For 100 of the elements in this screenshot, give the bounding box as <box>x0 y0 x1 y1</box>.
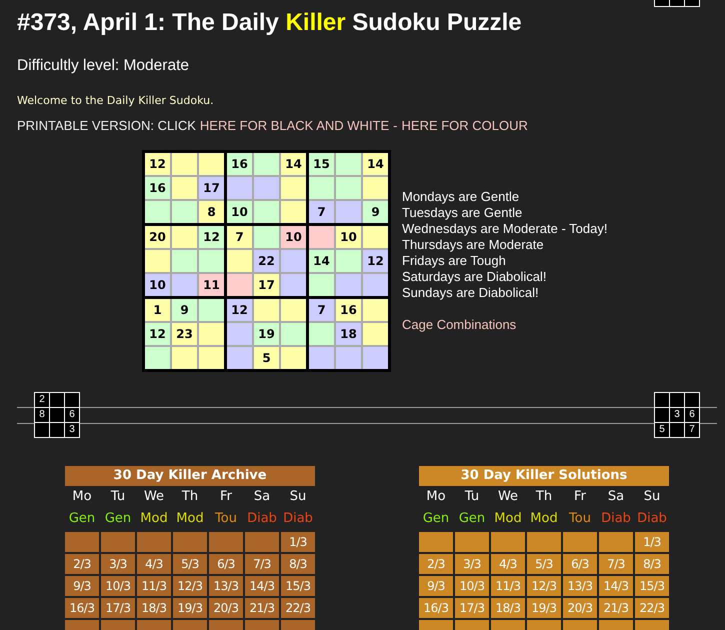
date-link[interactable]: 14/3 <box>245 576 279 596</box>
mini-grid-cell <box>685 393 699 407</box>
date-link[interactable]: 21/3 <box>599 598 633 618</box>
mini-grid-cell: 3 <box>65 423 79 437</box>
schedule-line: Tuesdays are Gentle <box>402 205 522 221</box>
mini-grid-cell <box>50 408 64 422</box>
date-link[interactable]: 4/3 <box>491 554 525 574</box>
empty-date-cell <box>209 532 243 552</box>
difficulty-level: Difficultly level: Moderate <box>17 56 190 76</box>
date-link[interactable]: 19/3 <box>173 598 207 618</box>
grid-cell: 17 <box>254 274 279 296</box>
date-link[interactable]: 16/3 <box>65 598 99 618</box>
grid-cell: 23 <box>172 323 197 345</box>
date-link[interactable]: 14/3 <box>599 576 633 596</box>
grid-cell: 7 <box>227 226 252 248</box>
date-link[interactable]: 6/3 <box>563 554 597 574</box>
mini-grid-cell <box>670 423 684 437</box>
schedule-line: Sundays are Diabolical! <box>402 285 539 301</box>
date-link[interactable]: 8/3 <box>635 554 669 574</box>
date-link[interactable]: 9/3 <box>65 576 99 596</box>
date-link[interactable]: 20/3 <box>563 598 597 618</box>
difficulty-label: Diab <box>247 511 277 527</box>
mini-grid-cell <box>65 393 79 407</box>
date-link[interactable]: 1/3 <box>635 532 669 552</box>
date-link[interactable]: 5/3 <box>173 554 207 574</box>
schedule-line: Mondays are Gentle <box>402 189 520 205</box>
date-link[interactable]: 16/3 <box>419 598 453 618</box>
mini-grid-cell: 7 <box>685 423 699 437</box>
date-link[interactable]: 22/3 <box>281 598 315 618</box>
date-link[interactable]: 4/3 <box>137 554 171 574</box>
date-link[interactable]: 17/3 <box>101 598 135 618</box>
date-link[interactable]: 18/3 <box>137 598 171 618</box>
date-link[interactable]: 13/3 <box>209 576 243 596</box>
difficulty-label: Mod <box>530 511 558 527</box>
date-link[interactable]: 2/3 <box>419 554 453 574</box>
weekday-label: Su <box>644 489 660 505</box>
grid-cell: 7 <box>309 201 334 223</box>
date-link[interactable]: 7/3 <box>245 554 279 574</box>
grid-cell: 20 <box>145 226 170 248</box>
difficulty-label: Tou <box>569 511 591 527</box>
date-link[interactable]: 9/3 <box>419 576 453 596</box>
calendar-title: 30 Day Killer Archive <box>65 466 315 486</box>
date-link[interactable]: 3/3 <box>101 554 135 574</box>
mini-grid-cell: 5 <box>655 423 669 437</box>
grid-cell: 22 <box>254 250 279 272</box>
cage-combinations-link[interactable]: Cage Combinations <box>402 317 516 333</box>
empty-date-cell <box>491 532 525 552</box>
printable-version-link[interactable]: HERE FOR BLACK AND WHITE <box>200 117 390 135</box>
date-link[interactable]: 11/3 <box>137 576 171 596</box>
grid-cell: 17 <box>199 177 224 199</box>
date-link[interactable]: 15/3 <box>281 576 315 596</box>
date-link[interactable]: 12/3 <box>527 576 561 596</box>
weekday-label: Tu <box>464 489 480 505</box>
date-link[interactable]: 3/3 <box>455 554 489 574</box>
mini-grid-cell <box>655 408 669 422</box>
weekday-label: Th <box>536 489 552 505</box>
date-link[interactable]: 6/3 <box>209 554 243 574</box>
empty-date-cell <box>527 532 561 552</box>
mini-grid-cell: 8 <box>35 408 49 422</box>
date-link[interactable]: 10/3 <box>455 576 489 596</box>
mini-grid-cell <box>35 423 49 437</box>
date-link[interactable]: 10/3 <box>101 576 135 596</box>
grid-cell: 12 <box>145 323 170 345</box>
date-link[interactable]: 5/3 <box>527 554 561 574</box>
date-link[interactable]: 13/3 <box>563 576 597 596</box>
grid-cell: 15 <box>309 153 334 175</box>
schedule-line: Wednesdays are Moderate - Today! <box>402 221 608 237</box>
date-link[interactable]: 20/3 <box>209 598 243 618</box>
date-link[interactable]: 15/3 <box>635 576 669 596</box>
empty-date-cell <box>137 532 171 552</box>
date-link[interactable]: 7/3 <box>599 554 633 574</box>
grid-cell: 10 <box>145 274 170 296</box>
empty-date-cell <box>245 532 279 552</box>
grid-cell: 14 <box>309 250 334 272</box>
date-link[interactable]: 17/3 <box>455 598 489 618</box>
schedule-line: Fridays are Tough <box>402 253 506 269</box>
weekday-label: Mo <box>426 489 446 505</box>
mini-grid-cell <box>50 393 64 407</box>
grid-cell: 12 <box>363 250 388 272</box>
date-link[interactable]: 11/3 <box>491 576 525 596</box>
date-link[interactable]: 22/3 <box>635 598 669 618</box>
grid-cell: 1 <box>145 299 170 321</box>
date-link[interactable]: 8/3 <box>281 554 315 574</box>
weekday-label: Tu <box>110 489 126 505</box>
difficulty-label: Gen <box>422 511 450 527</box>
difficulty-label: Mod <box>140 511 168 527</box>
weekday-label: Su <box>290 489 306 505</box>
printable-label: PRINTABLE VERSION: CLICK <box>17 117 196 135</box>
date-link[interactable]: 19/3 <box>527 598 561 618</box>
grid-cell: 12 <box>227 299 252 321</box>
difficulty-label: Gen <box>458 511 486 527</box>
empty-date-cell <box>599 532 633 552</box>
schedule-line: Saturdays are Diabolical! <box>402 269 547 285</box>
empty-date-cell <box>455 532 489 552</box>
date-link[interactable]: 2/3 <box>65 554 99 574</box>
date-link[interactable]: 12/3 <box>173 576 207 596</box>
date-link[interactable]: 18/3 <box>491 598 525 618</box>
date-link[interactable]: 21/3 <box>245 598 279 618</box>
date-link[interactable]: 1/3 <box>281 532 315 552</box>
printable-version-link[interactable]: HERE FOR COLOUR <box>402 117 528 135</box>
